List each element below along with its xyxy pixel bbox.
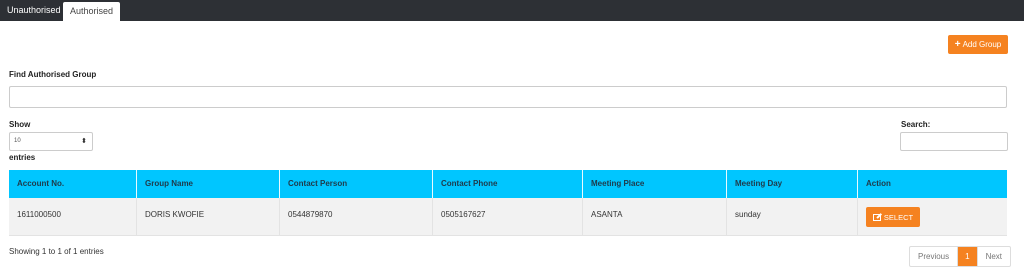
entries-select-value: 10: [14, 138, 21, 144]
find-group-label: Find Authorised Group: [9, 70, 97, 79]
cell-account-no: 1611000500: [9, 198, 137, 235]
cell-action: SELECT: [858, 198, 1007, 235]
entries-label: entries: [9, 153, 36, 162]
tab-bar: Unauthorised Authorised: [0, 0, 1024, 23]
tab-authorised[interactable]: Authorised: [63, 2, 120, 23]
add-group-label: Add Group: [962, 40, 1002, 49]
find-group-input[interactable]: [9, 86, 1007, 108]
table-header: Account No. Group Name Contact Person Co…: [9, 170, 1007, 198]
entries-select[interactable]: 10 ⬍: [9, 132, 93, 151]
pagination: Previous 1 Next: [909, 246, 1012, 267]
select-button[interactable]: SELECT: [866, 207, 920, 227]
column-header-meeting-day[interactable]: Meeting Day: [727, 170, 858, 198]
column-header-account-no[interactable]: Account No.: [9, 170, 137, 198]
cell-meeting-day: sunday: [727, 198, 858, 235]
plus-icon: +: [954, 38, 961, 50]
cell-contact-person: 0544879870: [280, 198, 433, 235]
cell-contact-phone: 0505167627: [433, 198, 583, 235]
column-header-group-name[interactable]: Group Name: [137, 170, 280, 198]
search-label: Search:: [901, 120, 931, 129]
column-header-contact-person[interactable]: Contact Person: [280, 170, 433, 198]
groups-table: Account No. Group Name Contact Person Co…: [9, 170, 1007, 236]
column-header-meeting-place[interactable]: Meeting Place: [583, 170, 727, 198]
table-info: Showing 1 to 1 of 1 entries: [9, 247, 104, 256]
edit-icon: [872, 213, 881, 221]
show-label: Show: [9, 120, 31, 129]
pagination-previous[interactable]: Previous: [910, 247, 959, 266]
pagination-page-1[interactable]: 1: [958, 247, 978, 266]
pagination-next[interactable]: Next: [978, 247, 1010, 266]
cell-group-name: DORIS KWOFIE: [137, 198, 280, 235]
table-row: 1611000500 DORIS KWOFIE 0544879870 05051…: [9, 198, 1007, 236]
column-header-contact-phone[interactable]: Contact Phone: [433, 170, 583, 198]
tab-unauthorised[interactable]: Unauthorised: [0, 0, 62, 21]
select-button-label: SELECT: [883, 212, 914, 222]
search-input[interactable]: [900, 132, 1008, 151]
cell-meeting-place: ASANTA: [583, 198, 727, 235]
add-group-button[interactable]: + Add Group: [948, 35, 1008, 54]
sort-updown-icon: ⬍: [81, 138, 87, 145]
column-header-action: Action: [866, 179, 891, 188]
